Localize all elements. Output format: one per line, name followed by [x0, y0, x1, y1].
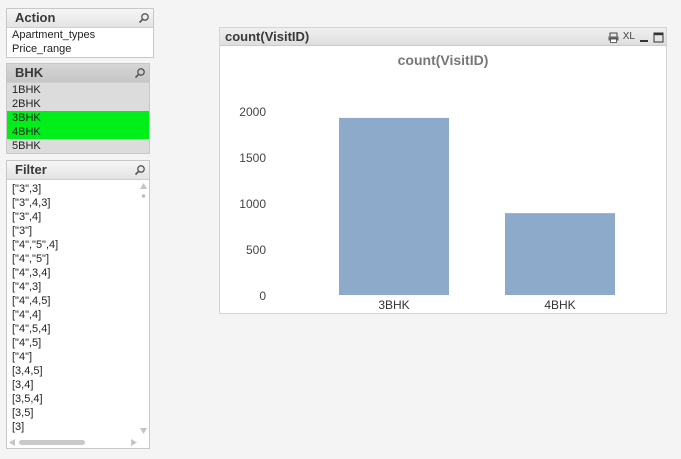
- filter-listbox-title: Filter: [15, 162, 47, 177]
- y-tick-label: 500: [246, 243, 266, 257]
- bhk-list-item[interactable]: 4BHK: [7, 125, 149, 139]
- filter-list-item[interactable]: ["4",4,5]: [7, 294, 149, 308]
- xl-icon[interactable]: XL: [623, 31, 635, 43]
- bhk-list-item[interactable]: 2BHK: [7, 97, 149, 111]
- filter-list-item[interactable]: ["4",5]: [7, 336, 149, 350]
- filter-list-item[interactable]: [3]: [7, 420, 149, 434]
- bhk-list-item[interactable]: 1BHK: [7, 83, 149, 97]
- horizontal-scroll-thumb: [19, 440, 85, 445]
- filter-list-item[interactable]: ["4",5,4]: [7, 322, 149, 336]
- minimize-icon[interactable]: [639, 32, 649, 43]
- filter-listbox-caption[interactable]: Filter: [7, 161, 149, 180]
- filter-list-item[interactable]: ["3"]: [7, 224, 149, 238]
- chart-caption[interactable]: count(VisitID) XL: [220, 28, 666, 46]
- filter-list-item[interactable]: ["4","5"]: [7, 252, 149, 266]
- y-tick-label: 0: [259, 289, 266, 303]
- chart-title: count(VisitID): [398, 52, 489, 68]
- filter-list-item[interactable]: [3,5,4]: [7, 392, 149, 406]
- filter-list-item[interactable]: ["4",3,4]: [7, 266, 149, 280]
- filter-list-item[interactable]: ["3",4]: [7, 210, 149, 224]
- action-listbox-title: Action: [15, 10, 56, 25]
- scroll-right-arrow-icon: [131, 439, 137, 446]
- filter-list-item[interactable]: ["4"]: [7, 350, 149, 364]
- y-tick-label: 1500: [239, 151, 266, 165]
- bhk-listbox-caption[interactable]: BHK: [7, 64, 149, 83]
- search-icon[interactable]: [134, 67, 146, 79]
- chart-caption-title: count(VisitID): [225, 29, 310, 44]
- chart-window[interactable]: count(VisitID) XL count(VisitID) 0 500 100…: [219, 27, 667, 314]
- filter-list-item[interactable]: ["3",3]: [7, 182, 149, 196]
- y-tick-label: 1000: [239, 197, 266, 211]
- bhk-list-item[interactable]: 3BHK: [7, 111, 149, 125]
- maximize-icon[interactable]: [653, 32, 664, 43]
- action-list-item[interactable]: Apartment_types: [7, 28, 153, 42]
- search-icon[interactable]: [134, 164, 146, 176]
- y-tick-label: 2000: [239, 105, 266, 119]
- bar: [339, 117, 449, 296]
- search-icon[interactable]: [138, 12, 150, 24]
- vertical-scrollbar[interactable]: [139, 181, 148, 437]
- bhk-listbox[interactable]: BHK 1BHK 2BHK 3BHK 4BHK 5BHK: [6, 63, 150, 154]
- action-list-item[interactable]: Price_range: [7, 42, 153, 56]
- print-icon[interactable]: [608, 32, 619, 43]
- filter-list-item[interactable]: [3,4,5]: [7, 364, 149, 378]
- filter-list-item[interactable]: ["4","5",4]: [7, 238, 149, 252]
- x-tick-label: 4BHK: [544, 298, 575, 312]
- filter-list-item[interactable]: ["4",3]: [7, 280, 149, 294]
- bhk-listbox-title: BHK: [15, 65, 44, 80]
- bhk-list-item[interactable]: 5BHK: [7, 139, 149, 153]
- bar-chart: count(VisitID) 0 500 1000 1500 2000 3BHK 4BHK: [239, 52, 615, 312]
- filter-list-item[interactable]: ["4",4]: [7, 308, 149, 322]
- action-listbox-caption[interactable]: Action: [7, 9, 153, 28]
- filter-list-item[interactable]: [3,4]: [7, 378, 149, 392]
- filter-list-item[interactable]: [3,5]: [7, 406, 149, 420]
- action-listbox[interactable]: Action Apartment_types Price_range: [6, 8, 154, 58]
- bar: [505, 213, 615, 295]
- horizontal-scrollbar[interactable]: [7, 437, 149, 448]
- x-tick-label: 3BHK: [378, 298, 409, 312]
- scroll-up-arrow-icon: [140, 183, 147, 189]
- filter-listbox[interactable]: Filter ["3",3] ["3",4,3] ["3",4] ["3"] ["4",…: [6, 160, 150, 449]
- scroll-thumb: [141, 194, 146, 198]
- scroll-down-arrow-icon: [140, 428, 147, 434]
- scroll-left-arrow-icon: [9, 439, 15, 446]
- filter-list-item[interactable]: ["3",4,3]: [7, 196, 149, 210]
